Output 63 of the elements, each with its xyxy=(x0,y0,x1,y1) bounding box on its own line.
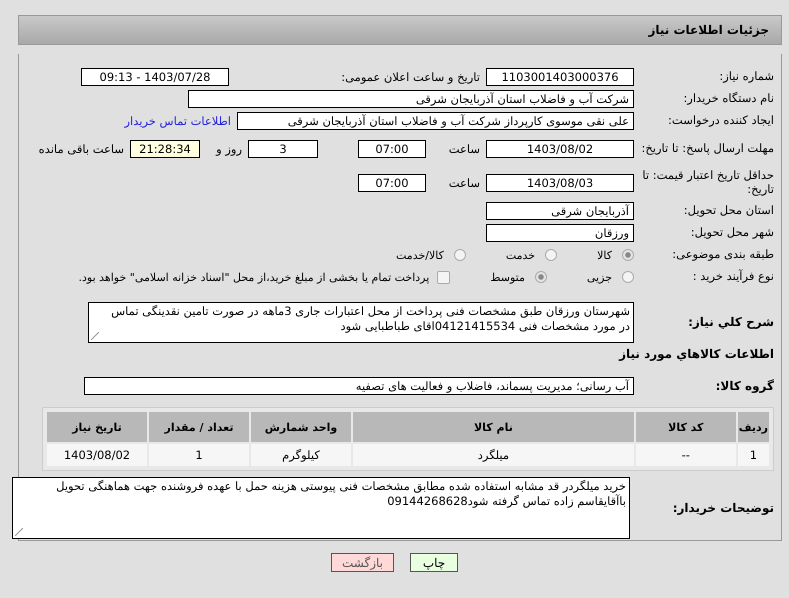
radio-label: خدمت xyxy=(506,248,536,262)
field-label: طبقه بندی موضوعی: xyxy=(671,248,774,262)
field-label: نوع فرآیند خرید : xyxy=(692,270,774,284)
field-label: شهر محل تحویل: xyxy=(690,226,774,240)
action-button[interactable]: بازگشت xyxy=(331,553,394,572)
column-header: ردیف xyxy=(738,412,769,442)
table-cell: 1403/08/02 xyxy=(47,444,147,466)
field-label: شرح كلي نياز: xyxy=(687,315,774,330)
action-button[interactable]: چاپ xyxy=(410,553,458,572)
field-label: تاریخ و ساعت اعلان عمومی: xyxy=(340,70,481,84)
checkbox-label: پرداخت تمام یا بخشی از مبلغ خرید،از محل "اسناد خزانه اسلامی" خواهد بود. xyxy=(78,270,430,284)
column-header: نام کالا xyxy=(353,412,634,442)
field-label: استان محل تحویل: xyxy=(682,204,774,218)
date-field: 1403/08/03 xyxy=(486,174,634,192)
province-field: آذربایجان شرقی xyxy=(486,202,634,220)
table-cell: 1 xyxy=(738,444,769,466)
time-field: 07:00 xyxy=(358,140,426,158)
field-label: ایجاد کننده درخواست: xyxy=(667,114,774,128)
radio-label: کالا xyxy=(597,248,612,262)
table-cell: میلگرد xyxy=(353,444,634,466)
radio-label: جزیی xyxy=(586,270,612,284)
description-textarea[interactable]: شهرستان ورزقان طبق مشخصات فنی پرداخت از محل اعتبارات جاری 3ماهه در صورت تامین نقدینگی تماس در مورد مشخصات فنی 04121415534اقای طباطبایی شود xyxy=(88,302,634,343)
table-cell: 1 xyxy=(149,444,249,466)
announce-date-field: 1403/07/28 - 09:13 xyxy=(81,68,229,86)
checkbox[interactable] xyxy=(437,270,450,284)
radio-button[interactable] xyxy=(454,249,466,261)
table-cell: -- xyxy=(636,444,736,466)
radio-button[interactable] xyxy=(622,271,634,283)
radio-label: متوسط xyxy=(490,270,525,284)
field-label: شماره نیاز: xyxy=(718,70,774,84)
days-field: 3 xyxy=(248,140,318,158)
column-header: کد کالا xyxy=(636,412,736,442)
requester-field: علی نقی موسوی کارپرداز شرکت آب و فاضلاب استان آذربایجان شرقی xyxy=(237,112,634,130)
buyer-notes-textarea[interactable]: خرید میلگردر قد مشابه استفاده شده مطابق مشخصات فنی پیوستی هزینه حمل با عهده فروشنده جهت هماهنگی تحویل باآقایقاسم زاده تماس گرفته شود09144268628 xyxy=(12,477,630,539)
city-field: ورزقان xyxy=(486,224,634,242)
field-label: روز و xyxy=(214,142,243,156)
buyer-org-field: شرکت آب و فاضلاب استان آذربایجان شرقی xyxy=(188,90,634,108)
field-label: حداقل تاریخ اعتبار قیمت: تا تاریخ: xyxy=(641,169,774,197)
field-label: گروه کالا: xyxy=(714,378,774,394)
field-label: مهلت ارسال پاسخ: تا تاریخ: xyxy=(640,142,774,156)
buyer-contact-link[interactable]: اطلاعات تماس خریدار xyxy=(124,114,231,128)
field-label: ساعت xyxy=(448,176,481,190)
goods-group-field: آب رسانی؛ مدیریت پسماند، فاضلاب و فعالیت های تصفیه xyxy=(84,377,634,395)
field-label: نام دستگاه خریدار: xyxy=(682,92,774,106)
field-label: ساعت xyxy=(448,142,481,156)
column-header: تاریخ نیاز xyxy=(47,412,147,442)
field-label: توضیحات خریدار: xyxy=(672,500,774,516)
page-title: جزئیات اطلاعات نیاز xyxy=(648,23,769,37)
resize-grip-icon xyxy=(91,332,99,340)
time-field: 07:00 xyxy=(358,174,426,192)
radio-button[interactable] xyxy=(534,271,547,283)
radio-button[interactable] xyxy=(622,249,634,261)
radio-button[interactable] xyxy=(545,249,558,261)
countdown-field: 21:28:34 xyxy=(130,140,200,158)
need-number-field: 1103001403000376 xyxy=(486,68,634,86)
resize-grip-icon xyxy=(15,528,23,536)
table-cell: کیلوگرم xyxy=(251,444,351,466)
field-label: ساعت باقی مانده xyxy=(38,142,125,156)
section-heading: اطلاعات كالاهاي مورد نياز xyxy=(619,346,774,362)
radio-label: کالا/خدمت xyxy=(396,248,444,262)
date-field: 1403/08/02 xyxy=(486,140,634,158)
column-header: واحد شمارش xyxy=(251,412,351,442)
column-header: تعداد / مقدار xyxy=(149,412,249,442)
